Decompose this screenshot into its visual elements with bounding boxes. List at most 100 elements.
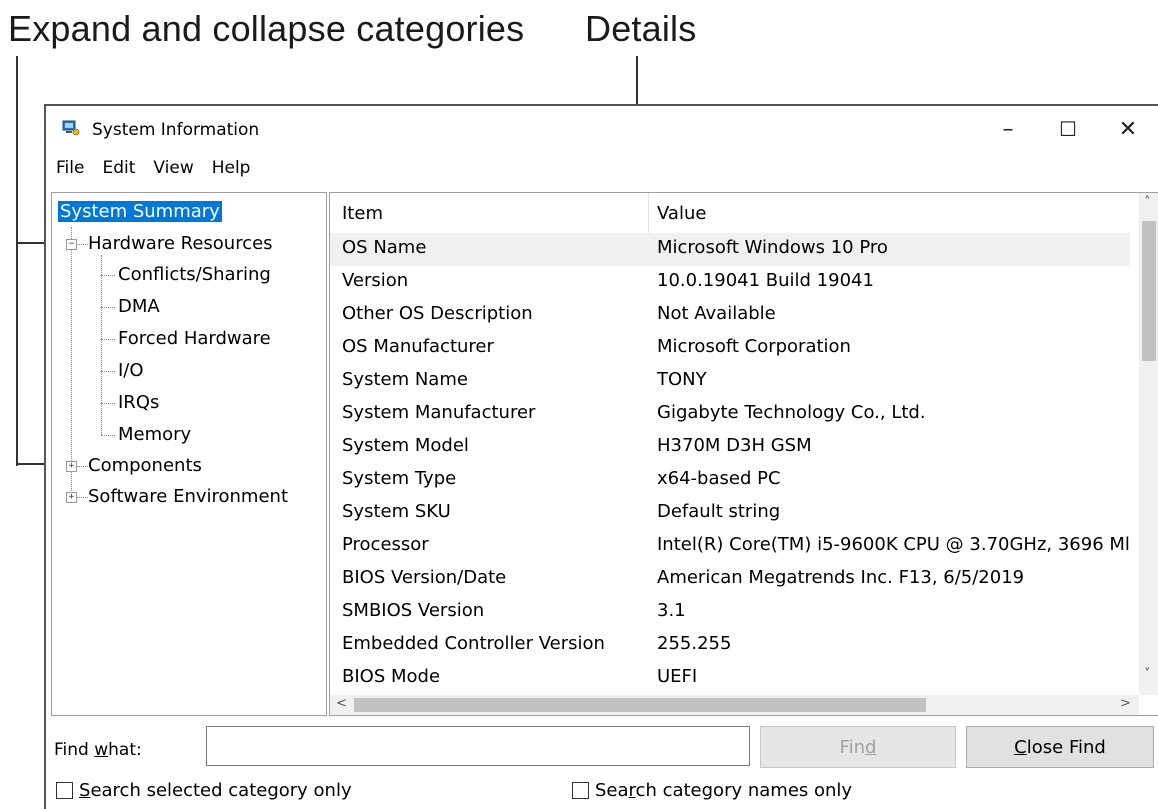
row-item-cell: SMBIOS Version (342, 600, 485, 621)
tree-system-summary[interactable]: System Summary (58, 201, 222, 222)
row-item-cell: OS Manufacturer (342, 336, 494, 357)
tree-item-irqs[interactable]: IRQs (118, 392, 159, 413)
scroll-left-icon[interactable]: < (336, 696, 347, 711)
search-category-names-option[interactable]: Search category names only (572, 780, 852, 801)
tree-item-memory[interactable]: Memory (118, 424, 191, 445)
window-title: System Information (92, 120, 260, 140)
horizontal-scrollbar[interactable]: < > (330, 695, 1139, 715)
row-value-cell: 255.255 (657, 633, 732, 654)
column-header-value[interactable]: Value (657, 193, 706, 233)
tree-components[interactable]: Components (88, 455, 202, 476)
table-row[interactable]: System Model H370M D3H GSM (330, 431, 1130, 464)
row-value-cell: x64-based PC (657, 468, 781, 489)
close-icon: ✕ (1118, 116, 1138, 142)
table-row[interactable]: SMBIOS Version 3.1 (330, 596, 1130, 629)
table-row[interactable]: System SKU Default string (330, 497, 1130, 530)
menu-view[interactable]: View (151, 158, 195, 182)
column-header-item[interactable]: Item (342, 193, 383, 233)
row-item-cell: Processor (342, 534, 429, 555)
menu-bar: File Edit View Help (54, 158, 252, 182)
tree-item-dma[interactable]: DMA (118, 296, 160, 317)
vertical-scroll-thumb[interactable] (1142, 221, 1156, 361)
find-what-input[interactable] (206, 726, 750, 766)
tree-connector (101, 255, 102, 435)
maximize-icon: ☐ (1059, 117, 1077, 141)
tree-connector (101, 371, 115, 372)
tree-item-io[interactable]: I/O (118, 360, 144, 381)
close-find-button[interactable]: Close Find (966, 726, 1154, 768)
table-row[interactable]: Embedded Controller Version 255.255 (330, 629, 1130, 662)
tree-item-forced-hardware[interactable]: Forced Hardware (118, 328, 271, 349)
tree-connector (101, 435, 115, 436)
search-selected-category-option[interactable]: Search selected category only (56, 780, 352, 801)
table-row[interactable]: BIOS Mode UEFI (330, 662, 1130, 695)
row-item-cell: System Model (342, 435, 469, 456)
menu-file[interactable]: File (54, 158, 86, 182)
table-row[interactable]: OS Manufacturer Microsoft Corporation (330, 332, 1130, 365)
row-item-cell: System Type (342, 468, 457, 489)
find-button[interactable]: Fin d (760, 726, 956, 768)
tree-connector (101, 307, 115, 308)
row-value-cell: H370M D3H GSM (657, 435, 812, 456)
search-category-names-checkbox[interactable] (572, 782, 589, 799)
details-list[interactable]: Item Value OS Name Microsoft Windows 10 P… (329, 192, 1158, 716)
table-row[interactable]: System Manufacturer Gigabyte Technology C… (330, 398, 1130, 431)
table-row[interactable]: System Type x64-based PC (330, 464, 1130, 497)
tree-connector (101, 275, 115, 276)
scroll-up-icon[interactable]: ˄ (1144, 195, 1151, 210)
tree-connector (101, 339, 115, 340)
table-row[interactable]: Processor Intel(R) Core(TM) i5-9600K CPU … (330, 530, 1130, 563)
row-value-cell: TONY (657, 369, 707, 390)
collapse-hardware-resources-icon[interactable]: − (66, 239, 77, 250)
tree-item-conflicts-sharing[interactable]: Conflicts/Sharing (118, 264, 271, 285)
callout-line-left (16, 56, 18, 466)
row-value-cell: Intel(R) Core(TM) i5-9600K CPU @ 3.70GHz… (657, 534, 1130, 555)
tree-connector (71, 227, 72, 501)
search-selected-category-checkbox[interactable] (56, 782, 73, 799)
row-value-cell: Gigabyte Technology Co., Ltd. (657, 402, 926, 423)
vertical-scrollbar[interactable]: ˄ ˅ (1139, 193, 1158, 695)
row-item-cell: System Manufacturer (342, 402, 536, 423)
search-selected-category-label: Search selected category only (79, 780, 352, 801)
category-tree[interactable]: System Summary − Hardware Resources Conf… (51, 192, 327, 716)
horizontal-scroll-thumb[interactable] (354, 698, 926, 712)
row-item-cell: System SKU (342, 501, 451, 522)
tree-hardware-resources[interactable]: Hardware Resources (88, 233, 273, 254)
table-row[interactable]: System Name TONY (330, 365, 1130, 398)
expand-components-icon[interactable]: + (66, 461, 77, 472)
table-row[interactable]: OS Name Microsoft Windows 10 Pro (330, 233, 1130, 266)
expand-software-environment-icon[interactable]: + (66, 492, 77, 503)
row-value-cell: Microsoft Windows 10 Pro (657, 237, 888, 258)
scroll-right-icon[interactable]: > (1120, 696, 1131, 711)
row-item-cell: Other OS Description (342, 303, 533, 324)
row-item-cell: Embedded Controller Version (342, 633, 605, 654)
tree-software-environment[interactable]: Software Environment (88, 486, 288, 507)
minimize-icon: – (1002, 116, 1014, 142)
search-category-names-label: Search category names only (595, 780, 853, 801)
close-button[interactable]: ✕ (1100, 112, 1156, 146)
row-value-cell: 10.0.19041 Build 19041 (657, 270, 874, 291)
row-value-cell: Not Available (657, 303, 776, 324)
system-information-window: System Information – ☐ ✕ File Edit View … (44, 104, 1158, 809)
find-what-label: Find what: (54, 740, 142, 760)
scroll-down-icon[interactable]: ˅ (1144, 667, 1151, 682)
menu-edit[interactable]: Edit (100, 158, 137, 182)
row-item-cell: BIOS Version/Date (342, 567, 507, 588)
table-row[interactable]: BIOS Version/Date American Megatrends Inc… (330, 563, 1130, 596)
table-row[interactable]: Version 10.0.19041 Build 19041 (330, 266, 1130, 299)
tree-connector (76, 466, 88, 467)
row-value-cell: 3.1 (657, 600, 686, 621)
menu-help[interactable]: Help (210, 158, 253, 182)
table-row[interactable]: Other OS Description Not Available (330, 299, 1130, 332)
title-bar: System Information – ☐ ✕ (46, 106, 1158, 152)
tree-connector (76, 497, 88, 498)
row-value-cell: Microsoft Corporation (657, 336, 851, 357)
maximize-button[interactable]: ☐ (1040, 112, 1096, 146)
row-item-cell: OS Name (342, 237, 427, 258)
row-item-cell: BIOS Mode (342, 666, 441, 687)
row-item-cell: Version (342, 270, 409, 291)
minimize-button[interactable]: – (980, 112, 1036, 146)
callout-expand-collapse: Expand and collapse categories (8, 8, 525, 49)
row-value-cell: Default string (657, 501, 781, 522)
column-divider[interactable] (648, 193, 649, 233)
